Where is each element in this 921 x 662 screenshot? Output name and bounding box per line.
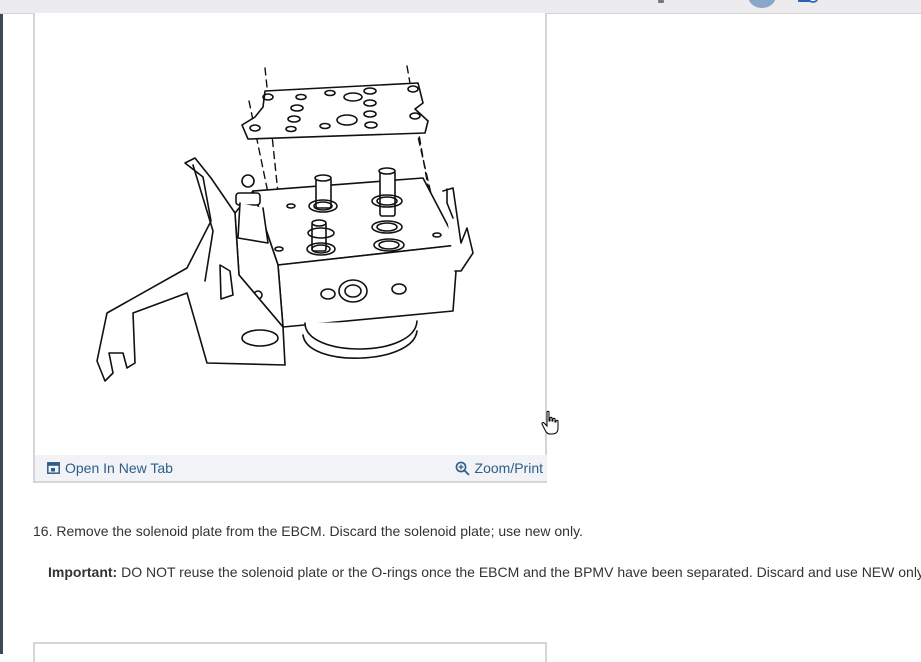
figure-panel: Open In New Tab Zoom/Print <box>33 13 547 483</box>
important-note: Important: DO NOT reuse the solenoid pla… <box>48 564 921 580</box>
important-text: DO NOT reuse the solenoid plate or the O… <box>117 564 921 580</box>
step-16-text: 16. Remove the solenoid plate from the E… <box>33 523 583 539</box>
hand-cursor-icon <box>541 410 559 435</box>
open-in-new-tab-icon <box>47 462 60 474</box>
next-figure-panel <box>33 642 547 662</box>
ebcm-solenoid-plate-illustration <box>96 65 474 382</box>
user-avatar[interactable] <box>748 0 776 8</box>
open-in-new-tab-link[interactable]: Open In New Tab <box>47 460 173 476</box>
window-left-edge <box>0 0 3 654</box>
zoom-print-label: Zoom/Print <box>474 460 543 476</box>
zoom-in-icon <box>455 461 470 476</box>
zoom-print-link[interactable]: Zoom/Print <box>455 460 543 476</box>
notification-icon[interactable] <box>798 0 820 6</box>
toolbar-separator <box>658 0 664 3</box>
top-toolbar <box>0 0 921 14</box>
important-label: Important: <box>48 564 118 580</box>
open-in-new-tab-label: Open In New Tab <box>65 460 173 476</box>
figure-toolbar: Open In New Tab Zoom/Print <box>35 455 547 481</box>
